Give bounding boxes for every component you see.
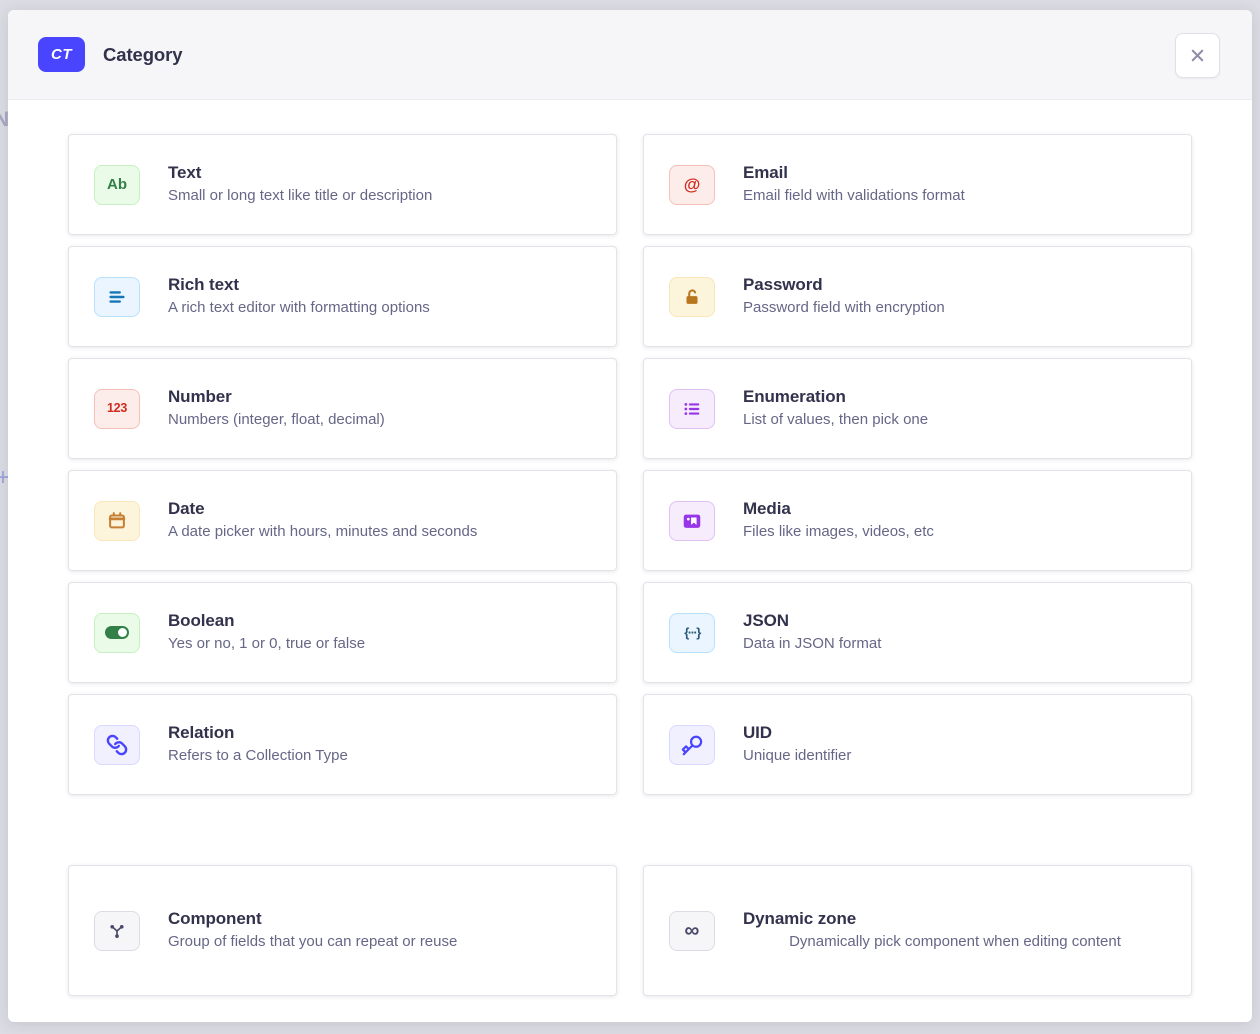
field-description: Refers to a Collection Type <box>168 746 592 766</box>
field-description: Yes or no, 1 or 0, true or false <box>168 634 592 654</box>
content-type-badge: CT <box>38 37 85 72</box>
close-button[interactable] <box>1175 33 1220 78</box>
email-icon: @ <box>669 165 715 205</box>
field-card-media[interactable]: Media Files like images, videos, etc <box>643 470 1192 571</box>
field-card-email[interactable]: @ Email Email field with validations for… <box>643 134 1192 235</box>
field-title: Media <box>743 499 1167 519</box>
field-title: Email <box>743 163 1167 183</box>
field-description: Dynamically pick component when editing … <box>789 932 1121 952</box>
field-card-richtext[interactable]: Rich text A rich text editor with format… <box>68 246 617 347</box>
field-title: Number <box>168 387 592 407</box>
media-icon <box>669 501 715 541</box>
field-card-relation[interactable]: Relation Refers to a Collection Type <box>68 694 617 795</box>
field-card-password[interactable]: Password Password field with encryption <box>643 246 1192 347</box>
field-title: Date <box>168 499 592 519</box>
field-card-text[interactable]: Ab Text Small or long text like title or… <box>68 134 617 235</box>
field-description: A rich text editor with formatting optio… <box>168 298 592 318</box>
field-description: Password field with encryption <box>743 298 1167 318</box>
text-icon: Ab <box>94 165 140 205</box>
field-title: Password <box>743 275 1167 295</box>
field-card-date[interactable]: Date A date picker with hours, minutes a… <box>68 470 617 571</box>
modal-title: Category <box>103 44 182 66</box>
field-title: JSON <box>743 611 1167 631</box>
field-description: Numbers (integer, float, decimal) <box>168 410 592 430</box>
richtext-icon <box>94 277 140 317</box>
field-description: List of values, then pick one <box>743 410 1167 430</box>
field-title: Relation <box>168 723 592 743</box>
field-type-modal: CT Category Ab Text Small or long text l… <box>8 10 1252 1022</box>
field-card-dynamiczone[interactable]: ∞ Dynamic zone Dynamically pick componen… <box>643 865 1192 996</box>
field-card-number[interactable]: 123 Number Numbers (integer, float, deci… <box>68 358 617 459</box>
modal-header: CT Category <box>8 10 1252 100</box>
field-card-uid[interactable]: UID Unique identifier <box>643 694 1192 795</box>
field-description: A date picker with hours, minutes and se… <box>168 522 592 542</box>
boolean-icon <box>94 613 140 653</box>
field-card-enumeration[interactable]: Enumeration List of values, then pick on… <box>643 358 1192 459</box>
number-icon: 123 <box>94 389 140 429</box>
field-card-component[interactable]: Component Group of fields that you can r… <box>68 865 617 996</box>
enumeration-icon <box>669 389 715 429</box>
field-title: Text <box>168 163 592 183</box>
field-title: Rich text <box>168 275 592 295</box>
field-title: Boolean <box>168 611 592 631</box>
field-description: Data in JSON format <box>743 634 1167 654</box>
uid-icon <box>669 725 715 765</box>
modal-body: Ab Text Small or long text like title or… <box>8 100 1252 996</box>
field-title: Enumeration <box>743 387 1167 407</box>
default-fields-grid: Ab Text Small or long text like title or… <box>68 134 1192 795</box>
field-card-boolean[interactable]: Boolean Yes or no, 1 or 0, true or false <box>68 582 617 683</box>
relation-icon <box>94 725 140 765</box>
field-description: Files like images, videos, etc <box>743 522 1167 542</box>
component-icon <box>94 911 140 951</box>
field-description: Email field with validations format <box>743 186 1167 206</box>
password-icon <box>669 277 715 317</box>
advanced-fields-grid: Component Group of fields that you can r… <box>68 865 1192 996</box>
field-title: Component <box>168 909 592 929</box>
field-title: UID <box>743 723 1167 743</box>
json-icon: {···} <box>669 613 715 653</box>
field-description: Group of fields that you can repeat or r… <box>168 932 592 952</box>
close-icon <box>1188 46 1207 65</box>
field-description: Small or long text like title or descrip… <box>168 186 592 206</box>
field-description: Unique identifier <box>743 746 1167 766</box>
date-icon <box>94 501 140 541</box>
field-card-json[interactable]: {···} JSON Data in JSON format <box>643 582 1192 683</box>
dynamiczone-icon: ∞ <box>669 911 715 951</box>
field-title: Dynamic zone <box>743 909 1167 929</box>
